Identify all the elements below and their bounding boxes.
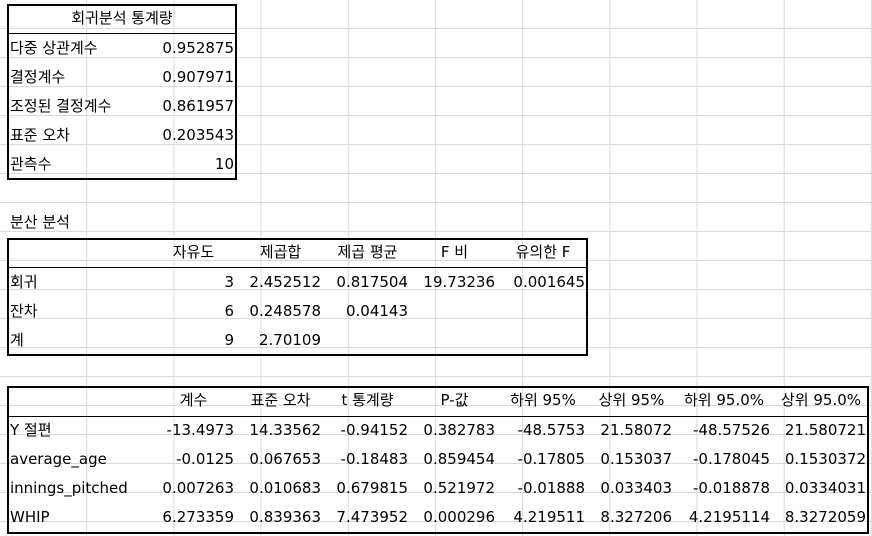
anova-header[interactable]: 제곱합 <box>237 238 324 267</box>
anova-cell[interactable] <box>498 326 588 355</box>
coef-cell[interactable]: 0.1530372 <box>773 445 869 474</box>
coef-cell[interactable]: 0.859454 <box>411 445 498 474</box>
stat-value[interactable]: 0.203543 <box>150 121 237 150</box>
coef-row-label[interactable]: Y 절편 <box>7 416 150 445</box>
coef-cell[interactable]: -48.57526 <box>675 416 773 445</box>
anova-cell[interactable]: 2.70109 <box>237 326 324 355</box>
coef-cell[interactable]: 0.153037 <box>588 445 675 474</box>
coef-cell[interactable]: 0.839363 <box>237 503 324 532</box>
coef-header[interactable]: t 통계량 <box>324 386 411 415</box>
coef-cell[interactable]: 8.327206 <box>588 503 675 532</box>
anova-header[interactable]: F 비 <box>411 238 498 267</box>
coef-header[interactable]: P-값 <box>411 386 498 415</box>
stat-value[interactable]: 0.861957 <box>150 92 237 121</box>
coef-cell[interactable]: 0.067653 <box>237 445 324 474</box>
stat-label[interactable]: 표준 오차 <box>7 121 157 150</box>
coef-cell[interactable]: -0.018878 <box>675 474 773 503</box>
coef-cell[interactable]: 0.033403 <box>588 474 675 503</box>
anova-row-label[interactable]: 회귀 <box>7 268 150 297</box>
anova-cell[interactable]: 19.73236 <box>411 268 498 297</box>
coef-cell[interactable]: 4.2195114 <box>675 503 773 532</box>
coef-cell[interactable]: 4.219511 <box>498 503 588 532</box>
anova-cell[interactable]: 3 <box>150 268 237 297</box>
anova-cell[interactable] <box>324 326 411 355</box>
stat-value[interactable]: 0.907971 <box>150 63 237 92</box>
coef-cell[interactable]: -13.4973 <box>150 416 237 445</box>
coef-cell[interactable]: 0.007263 <box>150 474 237 503</box>
coef-header[interactable]: 표준 오차 <box>237 386 324 415</box>
coef-header[interactable]: 하위 95.0% <box>675 386 773 415</box>
anova-cell[interactable] <box>498 297 588 326</box>
coef-cell[interactable]: 0.000296 <box>411 503 498 532</box>
coef-header[interactable]: 하위 95% <box>498 386 588 415</box>
stat-label[interactable]: 결정계수 <box>7 63 157 92</box>
coef-cell[interactable]: -0.01888 <box>498 474 588 503</box>
stat-label[interactable]: 조정된 결정계수 <box>7 92 157 121</box>
anova-cell[interactable]: 0.001645 <box>498 268 588 297</box>
coef-cell[interactable]: -0.17805 <box>498 445 588 474</box>
regression-stats-title[interactable]: 회귀분석 통계량 <box>7 4 237 33</box>
coef-header[interactable]: 상위 95% <box>588 386 675 415</box>
coef-header[interactable]: 계수 <box>150 386 237 415</box>
coef-cell[interactable]: -48.5753 <box>498 416 588 445</box>
coef-cell[interactable]: 0.010683 <box>237 474 324 503</box>
anova-cell[interactable]: 0.817504 <box>324 268 411 297</box>
coef-cell[interactable]: -0.0125 <box>150 445 237 474</box>
stat-value[interactable]: 0.952875 <box>150 34 237 63</box>
anova-title[interactable]: 분산 분석 <box>7 208 157 237</box>
coef-row-label[interactable]: WHIP <box>7 503 150 532</box>
coef-cell[interactable]: 21.580721 <box>773 416 869 445</box>
coef-cell[interactable]: -0.94152 <box>324 416 411 445</box>
coef-cell[interactable]: -0.18483 <box>324 445 411 474</box>
anova-cell[interactable]: 9 <box>150 326 237 355</box>
coef-cell[interactable]: 21.58072 <box>588 416 675 445</box>
coef-cell[interactable]: 8.3272059 <box>773 503 869 532</box>
anova-cell[interactable] <box>411 326 498 355</box>
stat-label[interactable]: 관측수 <box>7 150 157 179</box>
anova-header[interactable]: 유의한 F <box>498 238 588 267</box>
anova-cell[interactable] <box>411 297 498 326</box>
anova-cell[interactable]: 6 <box>150 297 237 326</box>
anova-row-label[interactable]: 잔차 <box>7 297 150 326</box>
coef-cell[interactable]: 7.473952 <box>324 503 411 532</box>
anova-cell[interactable]: 0.04143 <box>324 297 411 326</box>
coef-row-label[interactable]: average_age <box>7 445 150 474</box>
anova-cell[interactable]: 0.248578 <box>237 297 324 326</box>
coef-cell[interactable]: -0.178045 <box>675 445 773 474</box>
coef-header[interactable]: 상위 95.0% <box>773 386 869 415</box>
coef-cell[interactable]: 14.33562 <box>237 416 324 445</box>
anova-row-label[interactable]: 계 <box>7 326 150 355</box>
coef-cell[interactable]: 0.679815 <box>324 474 411 503</box>
anova-cell[interactable]: 2.452512 <box>237 268 324 297</box>
anova-header[interactable]: 자유도 <box>150 238 237 267</box>
stat-value[interactable]: 10 <box>150 150 237 179</box>
coef-cell[interactable]: 0.0334031 <box>773 474 869 503</box>
coef-cell[interactable]: 0.382783 <box>411 416 498 445</box>
anova-header[interactable]: 제곱 평균 <box>324 238 411 267</box>
coef-row-label[interactable]: innings_pitched <box>7 474 150 503</box>
stat-label[interactable]: 다중 상관계수 <box>7 34 157 63</box>
coef-cell[interactable]: 0.521972 <box>411 474 498 503</box>
coef-cell[interactable]: 6.273359 <box>150 503 237 532</box>
